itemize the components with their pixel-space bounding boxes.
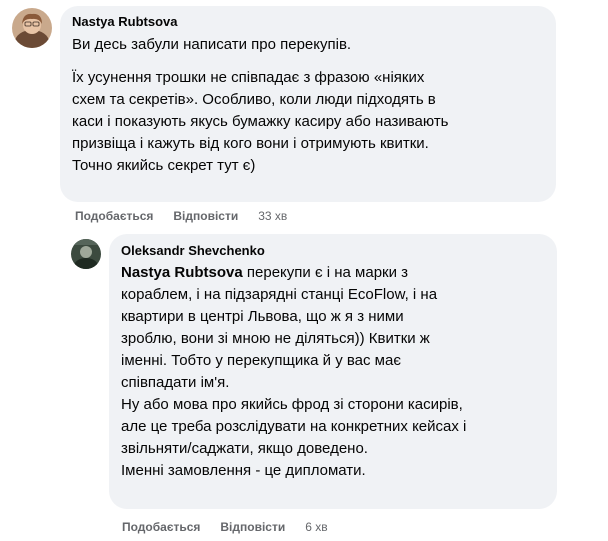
comment-actions: Подобається Відповісти 6 хв	[122, 519, 328, 535]
comment-text: Nastya Rubtsova перекупи є і на марки з …	[121, 262, 545, 482]
comment-line: каси і показують якусь бумажку касиру аб…	[72, 113, 449, 130]
reply-button[interactable]: Відповісти	[173, 208, 238, 224]
comment-line: але це треба розслідувати на конкретних …	[121, 418, 467, 435]
comment-bubble: Oleksandr Shevchenko Nastya Rubtsova пер…	[109, 234, 557, 509]
comment-line: призвіща і кажуть від кого вони і отриму…	[72, 135, 429, 152]
comment-actions: Подобається Відповісти 33 хв	[75, 208, 287, 224]
like-button[interactable]: Подобається	[122, 519, 200, 535]
comment-line: Їх усунення трошки не співпадає з фразою…	[72, 69, 425, 86]
avatar[interactable]	[12, 8, 52, 48]
comment-author[interactable]: Oleksandr Shevchenko	[121, 243, 545, 259]
comment-line: Ви десь забули написати про перекупів.	[72, 36, 352, 53]
user-photo-icon	[12, 8, 52, 48]
reply-button[interactable]: Відповісти	[220, 519, 285, 535]
comment-line: Ну або мова про якийсь фрод зі сторони к…	[121, 396, 463, 413]
comment-line: перекупи є і на марки з	[246, 264, 409, 281]
comment-line: кораблем, і на підзарядні станці EcoFlow…	[121, 286, 438, 303]
avatar[interactable]	[71, 239, 101, 269]
comment-line: іменні. Тобто у перекупщика й у вас має	[121, 352, 401, 369]
comment-author[interactable]: Nastya Rubtsova	[72, 14, 544, 30]
user-photo-icon	[71, 239, 101, 269]
like-button[interactable]: Подобається	[75, 208, 153, 224]
comment-timestamp[interactable]: 33 хв	[258, 208, 287, 224]
mention-link[interactable]: Nastya Rubtsova	[121, 264, 243, 281]
comment-line: Точно якийсь секрет тут є)	[72, 157, 256, 174]
comment-line: звільняти/саджати, якщо доведено.	[121, 440, 368, 457]
comment-line: співпадати ім'я.	[121, 374, 230, 391]
comment-line: Іменні замовлення - це дипломати.	[121, 462, 366, 479]
comment-line: квартири в центрі Львова, що ж я з ними	[121, 308, 404, 325]
comment-text: Ви десь забули написати про перекупів. Ї…	[72, 34, 544, 177]
comment-timestamp[interactable]: 6 хв	[305, 519, 327, 535]
comment-line: схем та секретів». Особливо, коли люди п…	[72, 91, 436, 108]
comment-bubble: Nastya Rubtsova Ви десь забули написати …	[60, 6, 556, 202]
comment-line: зроблю, вони зі мною не діляться)) Квитк…	[121, 330, 430, 347]
